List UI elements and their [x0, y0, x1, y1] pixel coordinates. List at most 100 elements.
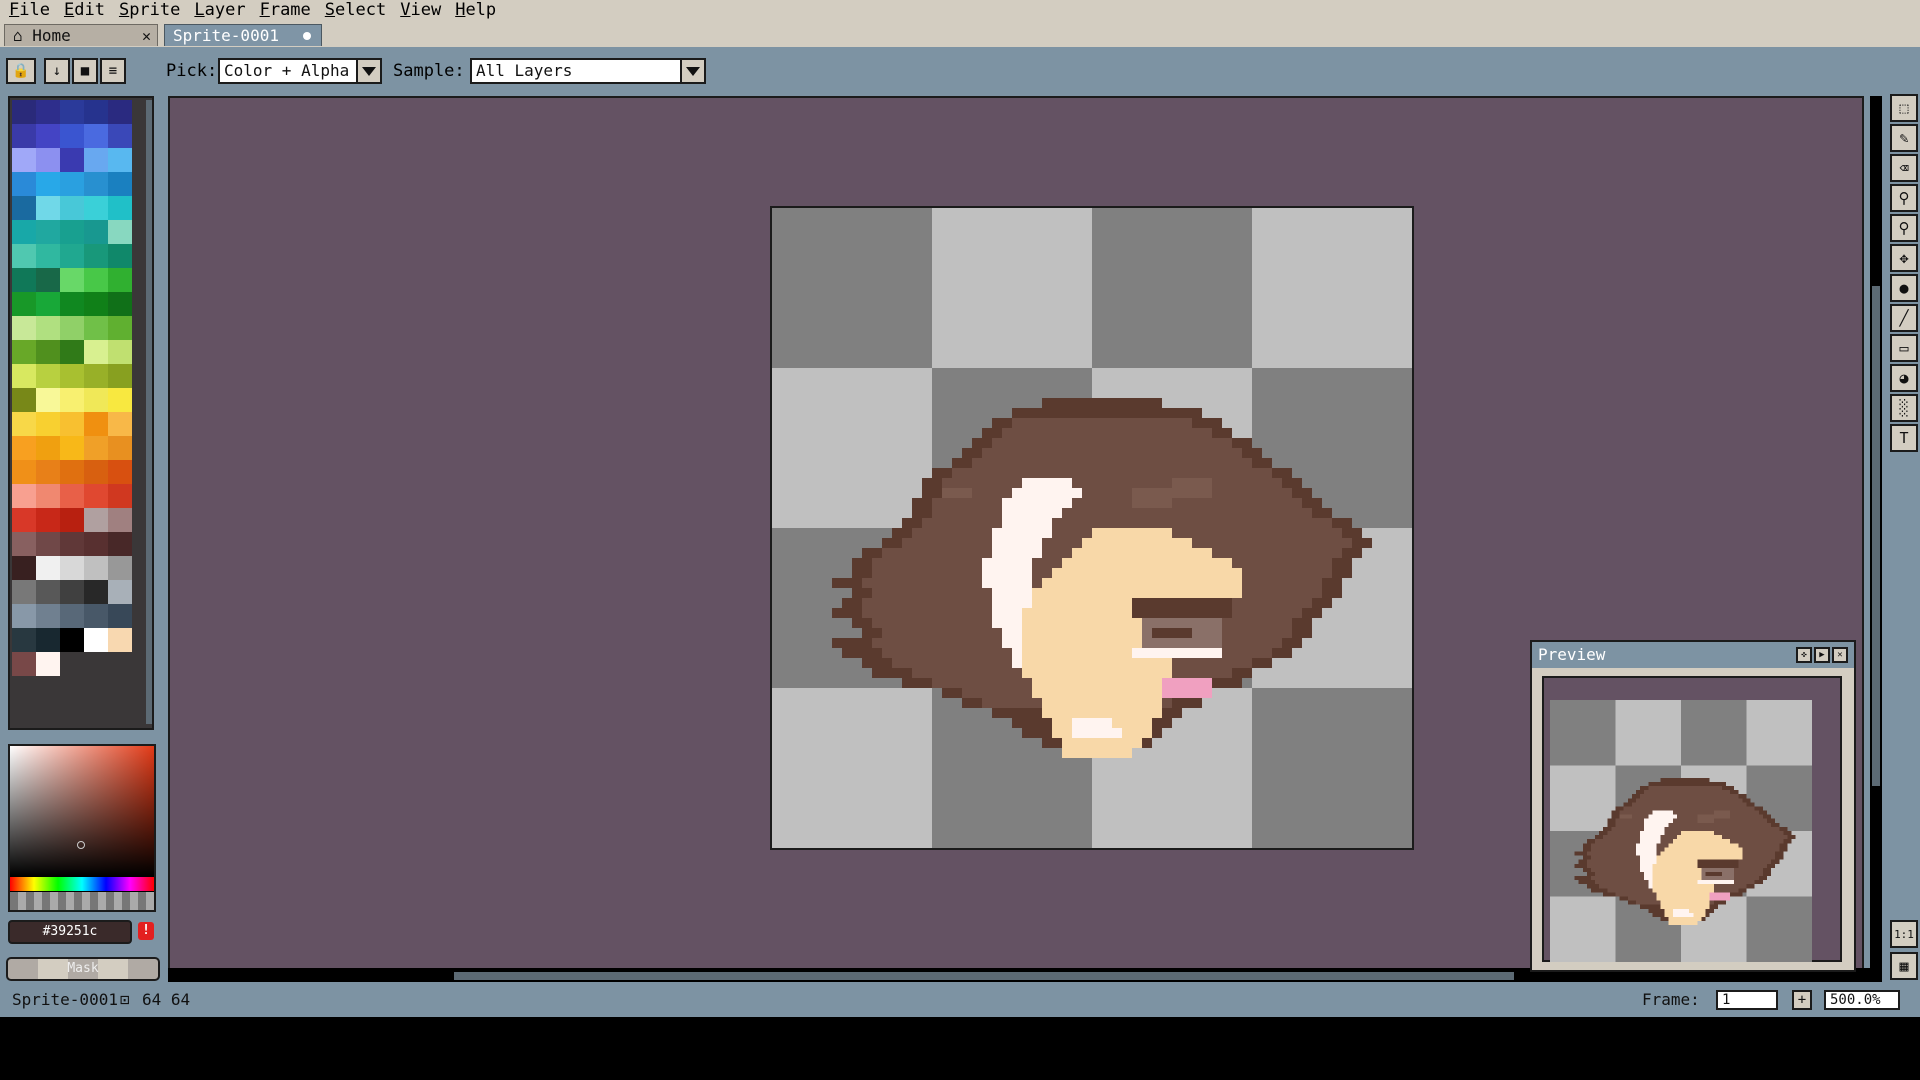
palette-swatch[interactable]	[84, 604, 108, 628]
palette-swatch[interactable]	[84, 580, 108, 604]
palette-swatch[interactable]	[12, 580, 36, 604]
palette-swatch[interactable]	[60, 148, 84, 172]
palette-swatch[interactable]	[108, 172, 132, 196]
palette-swatch[interactable]	[108, 532, 132, 556]
alpha-slider[interactable]	[10, 892, 154, 910]
palette-swatch[interactable]	[84, 532, 108, 556]
palette-swatch[interactable]	[12, 124, 36, 148]
menu-item-1[interactable]: Edit	[57, 0, 112, 20]
palette-swatch[interactable]	[12, 148, 36, 172]
hex-color-field[interactable]: #39251c	[8, 920, 132, 944]
palette-swatch[interactable]	[36, 100, 60, 124]
actual-size-icon[interactable]: 1:1	[1890, 920, 1918, 948]
mask-button[interactable]: Mask	[6, 957, 160, 981]
palette-swatch[interactable]	[108, 484, 132, 508]
palette-swatch[interactable]	[60, 532, 84, 556]
move-icon[interactable]: ✥	[1890, 244, 1918, 272]
palette-swatch[interactable]	[12, 628, 36, 652]
palette-swatch[interactable]	[36, 268, 60, 292]
palette-swatch[interactable]	[108, 508, 132, 532]
palette-swatch[interactable]	[60, 436, 84, 460]
palette-swatch[interactable]	[60, 220, 84, 244]
palette-swatch[interactable]	[12, 196, 36, 220]
palette-swatch[interactable]	[108, 124, 132, 148]
menu-item-7[interactable]: Help	[448, 0, 503, 20]
menu-icon[interactable]: ≡	[100, 58, 126, 84]
palette-swatch[interactable]	[60, 124, 84, 148]
palette-swatch[interactable]	[84, 388, 108, 412]
palette-swatch[interactable]	[36, 556, 60, 580]
stop-icon[interactable]: ■	[72, 58, 98, 84]
vertical-scroll-thumb[interactable]	[1872, 286, 1880, 786]
palette-swatch[interactable]	[84, 508, 108, 532]
palette-swatch[interactable]	[84, 148, 108, 172]
palette-swatch[interactable]	[12, 436, 36, 460]
close-icon[interactable]: ✕	[1832, 647, 1848, 663]
palette-swatch[interactable]	[84, 628, 108, 652]
palette-swatch[interactable]	[84, 220, 108, 244]
palette-swatch[interactable]	[108, 316, 132, 340]
palette-swatch[interactable]	[12, 340, 36, 364]
timeline-icon[interactable]: ▦	[1890, 952, 1918, 980]
preview-viewport[interactable]	[1542, 676, 1842, 962]
spray-icon[interactable]: ░	[1890, 394, 1918, 422]
frame-field[interactable]: 1	[1716, 990, 1778, 1010]
palette-swatch[interactable]	[60, 508, 84, 532]
chevron-down-icon[interactable]	[356, 58, 382, 84]
palette-swatch[interactable]	[36, 172, 60, 196]
palette-swatch[interactable]	[60, 460, 84, 484]
rectangle-icon[interactable]: ▭	[1890, 334, 1918, 362]
palette-swatch[interactable]	[12, 292, 36, 316]
palette-swatch[interactable]	[36, 652, 60, 676]
palette-swatch[interactable]	[60, 412, 84, 436]
palette-swatch[interactable]	[108, 100, 132, 124]
menu-item-2[interactable]: Sprite	[112, 0, 187, 20]
palette-swatch[interactable]	[84, 556, 108, 580]
warning-icon[interactable]: !	[138, 922, 154, 940]
palette-swatch[interactable]	[36, 292, 60, 316]
palette-swatch[interactable]	[108, 628, 132, 652]
palette-swatch[interactable]	[60, 580, 84, 604]
palette-scrollbar[interactable]	[146, 100, 152, 724]
palette-swatch[interactable]	[36, 484, 60, 508]
palette-swatch[interactable]	[108, 148, 132, 172]
palette-swatch[interactable]	[12, 244, 36, 268]
menu-item-5[interactable]: Select	[318, 0, 393, 20]
palette-swatch[interactable]	[36, 124, 60, 148]
palette-swatch[interactable]	[12, 220, 36, 244]
palette-swatch[interactable]	[36, 412, 60, 436]
palette-swatch[interactable]	[108, 412, 132, 436]
pick-select[interactable]: Color + Alpha	[218, 58, 382, 84]
picker-cursor-icon[interactable]	[77, 841, 85, 849]
tab-home[interactable]: ⌂ Home ✕	[4, 24, 158, 46]
palette-swatch[interactable]	[60, 268, 84, 292]
palette-swatch[interactable]	[84, 340, 108, 364]
palette-swatch[interactable]	[60, 244, 84, 268]
palette-swatch[interactable]	[12, 388, 36, 412]
palette-swatch[interactable]	[12, 412, 36, 436]
palette-swatch[interactable]	[84, 460, 108, 484]
pencil-icon[interactable]: ✎	[1890, 124, 1918, 152]
palette-swatch[interactable]	[36, 148, 60, 172]
palette-swatch[interactable]	[84, 268, 108, 292]
palette-swatch[interactable]	[84, 364, 108, 388]
fill-icon[interactable]: ●	[1890, 274, 1918, 302]
play-icon[interactable]: ▶	[1814, 647, 1830, 663]
add-frame-button[interactable]: +	[1792, 990, 1812, 1010]
palette-swatch[interactable]	[60, 364, 84, 388]
palette-swatch[interactable]	[12, 484, 36, 508]
palette-swatch[interactable]	[36, 220, 60, 244]
palette-swatch[interactable]	[12, 172, 36, 196]
palette-swatch[interactable]	[108, 604, 132, 628]
palette-swatch[interactable]	[36, 196, 60, 220]
palette-swatch[interactable]	[12, 460, 36, 484]
blur-icon[interactable]: ◕	[1890, 364, 1918, 392]
palette-swatch[interactable]	[60, 388, 84, 412]
menu-item-3[interactable]: Layer	[187, 0, 252, 20]
palette-swatch[interactable]	[84, 316, 108, 340]
zoom-field[interactable]: 500.0%	[1824, 990, 1900, 1010]
zoom-icon[interactable]: ⚲	[1890, 214, 1918, 242]
palette-swatch[interactable]	[60, 484, 84, 508]
palette-swatch[interactable]	[84, 124, 108, 148]
close-icon[interactable]: ✕	[142, 25, 151, 47]
